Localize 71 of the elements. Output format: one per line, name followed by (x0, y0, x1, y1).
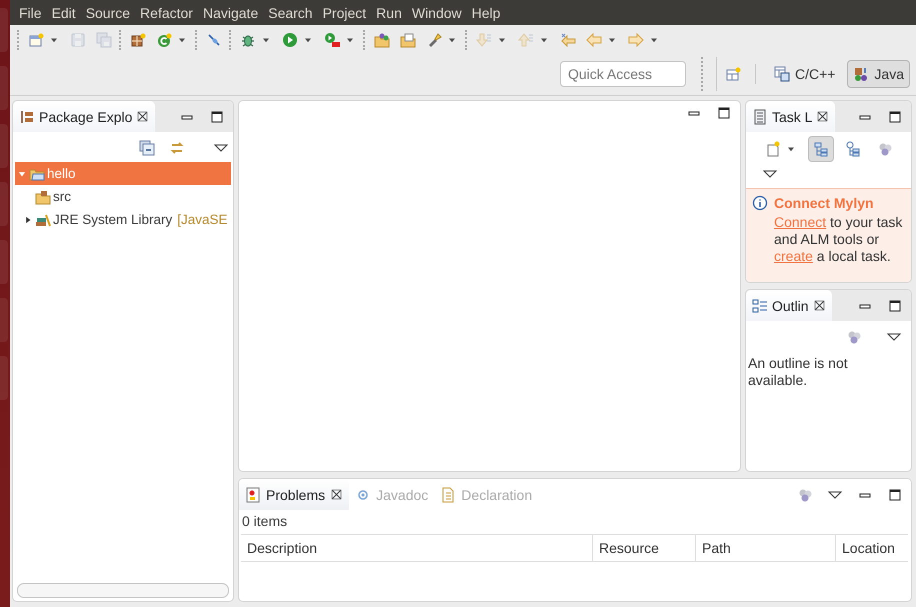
package-folder-icon (35, 188, 51, 205)
collapse-arrow-icon (23, 214, 33, 225)
left-arrow-icon (586, 32, 602, 48)
link-arrows-icon[interactable] (169, 140, 185, 156)
maximize-icon[interactable] (887, 298, 903, 314)
column-header[interactable]: Path (696, 535, 836, 562)
new-class-icon (156, 32, 172, 48)
new-window-icon (28, 32, 44, 48)
run-icon (282, 32, 298, 48)
save-icon (70, 32, 86, 48)
outline-message: An outline is not available. (748, 355, 849, 390)
close-icon[interactable] (812, 299, 826, 312)
balls-icon[interactable] (846, 329, 862, 346)
menu-item[interactable]: Run (371, 4, 407, 21)
package-icon (19, 108, 35, 125)
close-icon[interactable] (816, 110, 830, 124)
maximize-icon[interactable] (887, 108, 903, 125)
notice-heading: Connect Mylyn (774, 195, 874, 212)
maximize-icon[interactable] (887, 486, 903, 503)
close-icon[interactable] (136, 110, 150, 124)
close-icon[interactable] (330, 488, 344, 502)
notice-text: Connect to your task and ALM tools or create a local task. (774, 214, 904, 266)
tree-item[interactable]: JRE System Library [JavaSE (15, 208, 231, 232)
tree-item[interactable]: src (15, 185, 231, 208)
toolbox-icon (324, 32, 340, 48)
perspective-button[interactable]: Java (847, 60, 910, 88)
schedule-icon (845, 141, 861, 158)
new-task-icon (765, 141, 781, 158)
task-list-icon (752, 108, 768, 125)
up-arrow-icon (518, 32, 534, 48)
perspective-button[interactable]: C/C++ (768, 60, 842, 88)
quick-access-field[interactable]: Quick Access (560, 61, 686, 88)
problems-icon (245, 486, 261, 503)
outline-icon (752, 298, 768, 314)
document-icon (440, 486, 456, 503)
java-perspective-icon (853, 66, 870, 82)
menu-item[interactable]: Help (466, 4, 506, 21)
maximize-icon[interactable] (716, 105, 732, 122)
balls-icon (877, 141, 893, 158)
down-arrow-icon (476, 32, 492, 48)
menu-item[interactable]: Refactor (135, 4, 198, 21)
view-tab[interactable]: Outlin (746, 290, 832, 322)
menu-item[interactable]: Project (318, 4, 372, 21)
info-icon (752, 195, 768, 212)
view-tab[interactable]: Package Explo (13, 101, 156, 132)
collapse-all-icon[interactable] (139, 140, 155, 156)
menu-item[interactable]: File (14, 4, 47, 21)
column-header[interactable]: Resource (593, 535, 696, 562)
categorized-button[interactable] (808, 136, 834, 162)
categories-icon (813, 141, 829, 158)
menu-item[interactable]: Window (406, 4, 467, 21)
folder-icon (374, 32, 390, 48)
open-perspective-icon (724, 66, 741, 82)
grid-box-icon (130, 32, 146, 48)
maximize-icon[interactable] (209, 108, 225, 125)
column-header[interactable]: Location (836, 535, 908, 562)
folder-icon (400, 32, 416, 48)
left-arrow-icon (560, 32, 576, 48)
balls-icon[interactable] (797, 486, 813, 503)
menu-item[interactable]: Edit (46, 4, 81, 21)
scrollbar[interactable] (17, 583, 229, 598)
view-tab[interactable]: Task L (746, 101, 836, 132)
books-icon (35, 212, 51, 228)
menu-item[interactable]: Source (80, 4, 136, 21)
save-all-icon (96, 32, 112, 48)
column-header[interactable]: Description (241, 535, 593, 562)
item-count: 0 items (241, 512, 288, 532)
menu-item[interactable]: Navigate (198, 4, 264, 21)
right-arrow-icon (628, 32, 644, 48)
table-icon (774, 66, 790, 82)
menu-item[interactable]: Search (263, 4, 318, 21)
